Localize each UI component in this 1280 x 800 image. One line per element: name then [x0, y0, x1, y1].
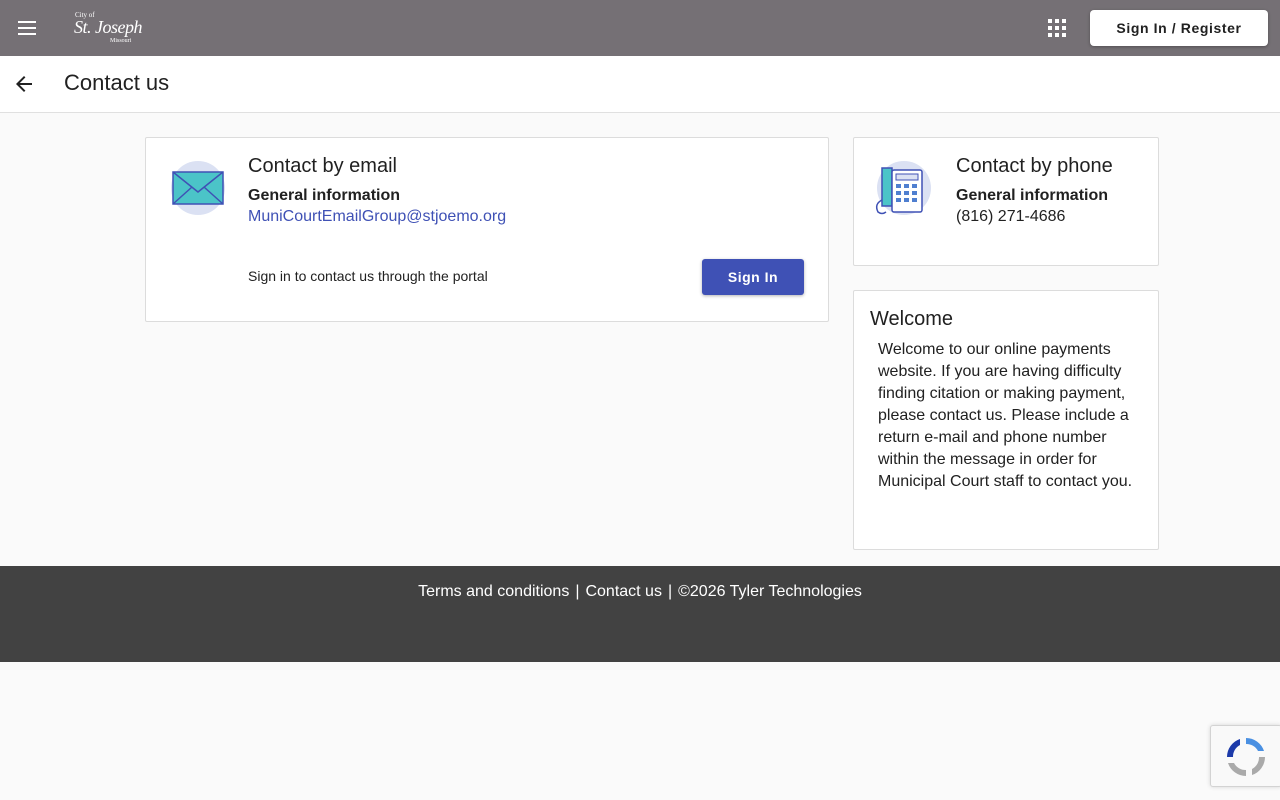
email-card-subtitle: General information — [248, 187, 401, 204]
footer-separator: | — [575, 583, 580, 600]
phone-number: (816) 271-4686 — [956, 208, 1066, 225]
menu-icon[interactable] — [16, 16, 40, 40]
phone-card-title: Contact by phone — [956, 155, 1113, 177]
telephone-icon — [872, 160, 934, 218]
top-app-bar: City of St. Joseph Missouri Sign In / Re… — [0, 0, 1280, 56]
phone-card-subtitle: General information — [956, 187, 1109, 204]
apps-grid-icon[interactable] — [1048, 19, 1066, 37]
welcome-title: Welcome — [870, 308, 953, 330]
footer: Terms and conditions | Contact us | ©2026 Ty… — [0, 566, 1280, 662]
page-header: Contact us — [0, 56, 1280, 113]
recaptcha-icon — [1227, 738, 1265, 776]
welcome-message: Welcome to our online payments website. … — [878, 341, 1133, 490]
portal-sign-in-text: Sign in to contact us through the portal — [248, 268, 488, 284]
logo-line-2: St. Joseph — [74, 17, 142, 37]
footer-separator: | — [667, 583, 673, 600]
terms-link[interactable]: Terms and conditions — [418, 583, 569, 600]
footer-contact-link[interactable]: Contact us — [585, 583, 661, 600]
logo-line-3: Missouri — [110, 38, 132, 44]
contact-email-card: Contact by email General information Mun… — [145, 137, 829, 322]
email-link[interactable]: MuniCourtEmailGroup@stjoemo.org — [248, 208, 506, 226]
city-logo[interactable]: City of St. Joseph Missouri — [72, 9, 142, 49]
sign-in-register-button[interactable]: Sign In / Register — [1090, 10, 1268, 46]
welcome-card: Welcome Welcome to our online payments w… — [853, 290, 1159, 550]
footer-links: Terms and conditions | Contact us | ©2026 Ty… — [0, 583, 1280, 601]
envelope-icon — [170, 160, 226, 216]
email-card-title: Contact by email — [248, 155, 397, 177]
page-title: Contact us — [64, 70, 170, 95]
sign-in-button[interactable]: Sign In — [702, 259, 804, 295]
recaptcha-badge[interactable] — [1210, 725, 1280, 787]
copyright-text: ©2026 Tyler Technologies — [678, 583, 862, 600]
contact-phone-card: Contact by phone General information (81… — [853, 137, 1159, 266]
arrow-back-icon[interactable] — [12, 72, 36, 96]
